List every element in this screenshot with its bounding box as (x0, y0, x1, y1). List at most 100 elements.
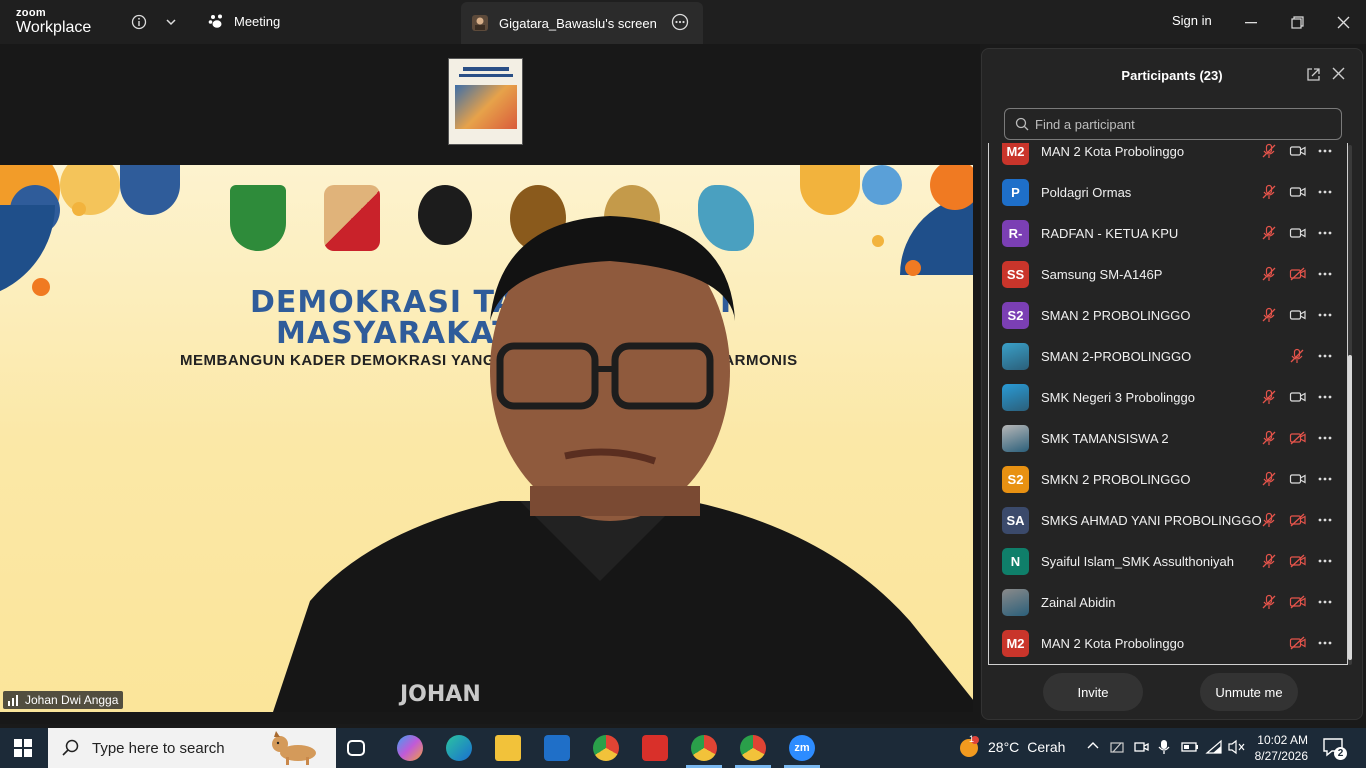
microphone-tray-icon[interactable] (1157, 739, 1171, 755)
participant-photo-avatar (1002, 384, 1029, 411)
participant-row[interactable]: SMK TAMANSISWA 2 (989, 418, 1347, 459)
participant-search[interactable] (1004, 108, 1342, 140)
more-options-icon[interactable] (1317, 389, 1333, 410)
close-panel-icon[interactable] (1332, 67, 1345, 85)
more-options-icon[interactable] (1317, 348, 1333, 369)
weather-badge: 1 (969, 734, 975, 744)
more-options-icon[interactable] (1317, 307, 1333, 328)
participant-search-input[interactable] (1035, 116, 1325, 132)
participant-name: SMKS AHMAD YANI PROBOLINGGO (1041, 513, 1262, 528)
participant-list[interactable]: M2 MAN 2 Kota Probolinggo P Poldagri Ormas R… (988, 143, 1348, 665)
shared-screen-thumbnail[interactable] (448, 58, 523, 145)
video-on-icon (1289, 471, 1307, 492)
restore-icon[interactable] (1287, 12, 1307, 32)
taskbar-search[interactable]: Type here to search (48, 728, 336, 768)
participant-row[interactable]: SMAN 2-PROBOLINGGO (989, 336, 1347, 377)
scrollbar-thumb[interactable] (1348, 355, 1352, 660)
more-options-icon[interactable] (1317, 225, 1333, 246)
more-options-icon[interactable] (1317, 471, 1333, 492)
signal-bars-icon (8, 695, 18, 706)
video-off-icon (1289, 553, 1307, 574)
chrome-icon[interactable] (593, 735, 619, 761)
battery-icon[interactable] (1181, 739, 1199, 755)
more-options-icon[interactable] (1317, 635, 1333, 656)
participant-row[interactable]: M2 MAN 2 Kota Probolinggo (989, 143, 1347, 172)
network-device-icon[interactable] (1109, 739, 1125, 755)
notification-center[interactable]: 2 (1322, 737, 1347, 764)
file-explorer-icon[interactable] (495, 735, 521, 761)
participant-name: SMKN 2 PROBOLINGGO (1041, 472, 1191, 487)
unmute-me-button[interactable]: Unmute me (1200, 673, 1298, 711)
windows-start-icon[interactable] (14, 739, 32, 762)
participant-scrollbar[interactable] (1348, 145, 1352, 665)
close-window-icon[interactable] (1333, 12, 1353, 32)
participant-row[interactable]: SS Samsung SM-A146P (989, 254, 1347, 295)
invite-button[interactable]: Invite (1043, 673, 1143, 711)
video-off-icon (1289, 594, 1307, 615)
participant-row[interactable]: M2 MAN 2 Kota Probolinggo (989, 623, 1347, 664)
participant-photo-avatar (1002, 589, 1029, 616)
participant-row[interactable]: S2 SMKN 2 PROBOLINGGO (989, 459, 1347, 500)
task-view-icon[interactable] (347, 740, 365, 756)
info-icon[interactable] (129, 12, 149, 32)
chevron-down-icon[interactable] (161, 12, 181, 32)
camera-tray-icon[interactable] (1133, 739, 1149, 755)
volume-muted-icon[interactable] (1228, 739, 1246, 755)
weather-temp: 28°C (988, 739, 1020, 755)
more-options-icon[interactable] (1317, 266, 1333, 287)
chevron-up-icon[interactable] (1086, 739, 1100, 753)
participants-panel: Participants (23) M2 MAN 2 Kota Proboling… (981, 48, 1363, 720)
screen-share-tab[interactable]: Gigatara_Bawaslu's screen (461, 2, 703, 44)
more-options-icon[interactable] (1317, 594, 1333, 615)
chrome-profile-icon[interactable] (691, 735, 717, 761)
participant-row[interactable]: N Syaiful Islam_SMK Assulthoniyah (989, 541, 1347, 582)
shirt-text: JOHAN (398, 682, 481, 707)
mic-muted-icon (1261, 471, 1277, 492)
more-options-icon[interactable] (1317, 184, 1333, 205)
weather-text: Cerah (1027, 739, 1066, 755)
participant-avatar: R- (1002, 220, 1029, 247)
chrome-profile2-icon[interactable] (740, 735, 766, 761)
participant-name: MAN 2 Kota Probolinggo (1041, 144, 1185, 159)
participant-row[interactable]: R- RADFAN - KETUA KPU (989, 213, 1347, 254)
windows-taskbar: Type here to search zm 28°C Cerah 1 10:0… (0, 728, 1366, 768)
participant-row[interactable]: S2 SMAN 2 PROBOLINGGO (989, 295, 1347, 336)
participant-row[interactable]: P Poldagri Ormas (989, 172, 1347, 213)
mic-muted-icon (1261, 266, 1277, 287)
paw-icon (208, 14, 222, 28)
video-on-icon (1289, 225, 1307, 246)
outlook-icon[interactable] (544, 735, 570, 761)
more-options-icon[interactable] (1317, 512, 1333, 533)
participant-row[interactable]: SMK Negeri 3 Probolinggo (989, 377, 1347, 418)
popout-icon[interactable] (1306, 67, 1321, 87)
meeting-label: Meeting (234, 13, 281, 29)
more-options-icon[interactable] (671, 13, 689, 31)
speaker-name-label: Johan Dwi Angga (3, 691, 124, 709)
video-off-icon (1289, 512, 1307, 533)
video-off-icon (1289, 266, 1307, 287)
more-options-icon[interactable] (1317, 553, 1333, 574)
more-options-icon[interactable] (1317, 430, 1333, 451)
taskbar-search-placeholder: Type here to search (92, 739, 225, 757)
wps-icon[interactable] (642, 735, 668, 761)
minimize-icon[interactable] (1241, 12, 1261, 32)
dog-illustration-icon (272, 731, 316, 765)
speaker-video[interactable]: DEMOKRASI TAN I MASYARAKAT MEMBANGUN KAD… (0, 165, 973, 712)
participant-row[interactable]: SA SMKS AHMAD YANI PROBOLINGGO (989, 500, 1347, 541)
participant-row[interactable]: Zainal Abidin (989, 582, 1347, 623)
meeting-tab[interactable]: Meeting (208, 12, 280, 30)
video-off-icon (1289, 635, 1307, 656)
zoom-icon[interactable]: zm (789, 735, 815, 761)
copilot-icon[interactable] (397, 735, 423, 761)
video-on-icon (1289, 184, 1307, 205)
sign-in-link[interactable]: Sign in (1172, 13, 1212, 28)
participant-photo-avatar (1002, 425, 1029, 452)
edge-icon[interactable] (446, 735, 472, 761)
weather-widget[interactable]: 28°C Cerah (958, 736, 1065, 758)
participant-name: SMK TAMANSISWA 2 (1041, 431, 1169, 446)
notification-count: 2 (1334, 747, 1347, 760)
more-options-icon[interactable] (1317, 143, 1333, 164)
system-clock[interactable]: 10:02 AM 8/27/2026 (1252, 732, 1308, 764)
wifi-icon[interactable] (1205, 739, 1223, 755)
clock-date: 8/27/2026 (1254, 749, 1308, 763)
